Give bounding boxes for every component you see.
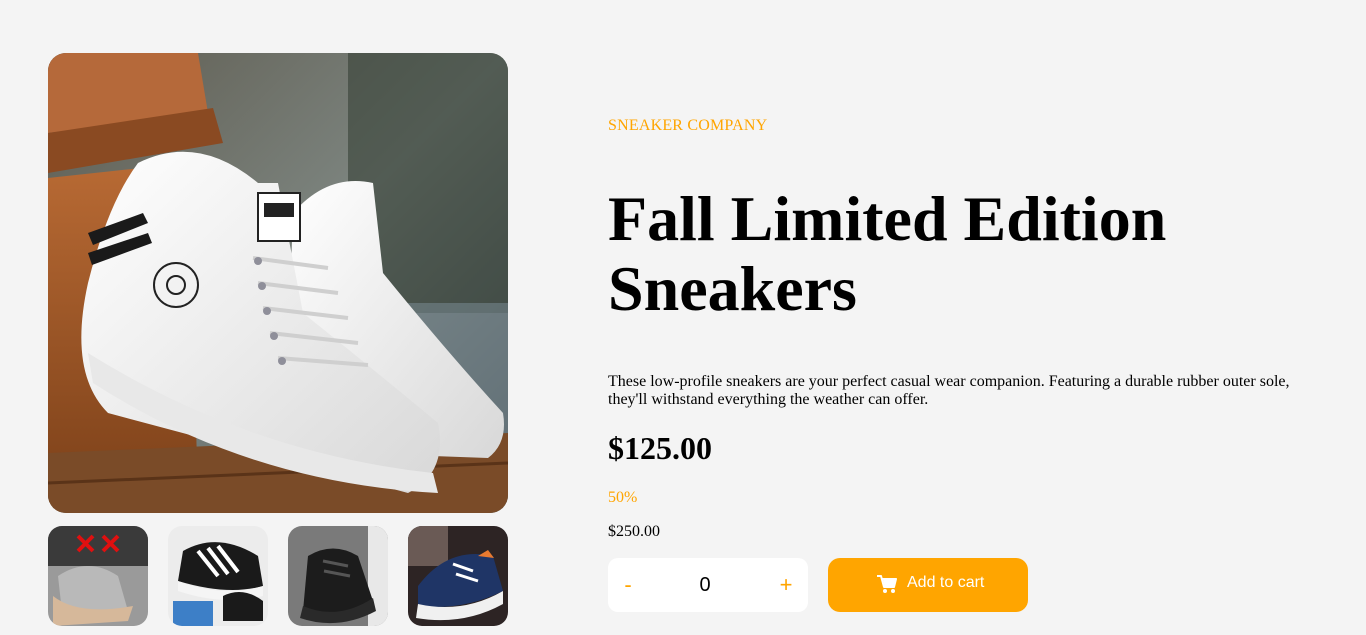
quantity-value: 0 <box>699 574 711 596</box>
thumbnail-4[interactable] <box>408 526 508 626</box>
thumbnail-2[interactable] <box>168 526 268 626</box>
product-description: These low-profile sneakers are your perf… <box>608 373 1290 408</box>
product-title: Fall Limited Edition Sneakers <box>608 183 1167 324</box>
current-price: $125.00 <box>608 430 712 466</box>
company-name: SNEAKER COMPANY <box>608 117 768 134</box>
increase-quantity-button[interactable]: + <box>766 558 806 612</box>
cart-icon <box>876 573 898 595</box>
thumbnail-1[interactable] <box>48 526 148 626</box>
discount-badge: 50% <box>608 489 638 506</box>
decrease-quantity-button[interactable]: - <box>608 558 648 612</box>
main-product-image[interactable] <box>48 53 508 513</box>
thumbnail-3[interactable] <box>288 526 388 626</box>
add-to-cart-label: Add to cart <box>907 574 985 591</box>
quantity-stepper: - 0 + <box>608 558 808 612</box>
original-price: $250.00 <box>608 523 660 540</box>
product-page: SNEAKER COMPANY Fall Limited Edition Sne… <box>0 0 1366 635</box>
thumbnail-strip <box>48 526 508 626</box>
add-to-cart-button[interactable]: Add to cart <box>828 558 1028 612</box>
